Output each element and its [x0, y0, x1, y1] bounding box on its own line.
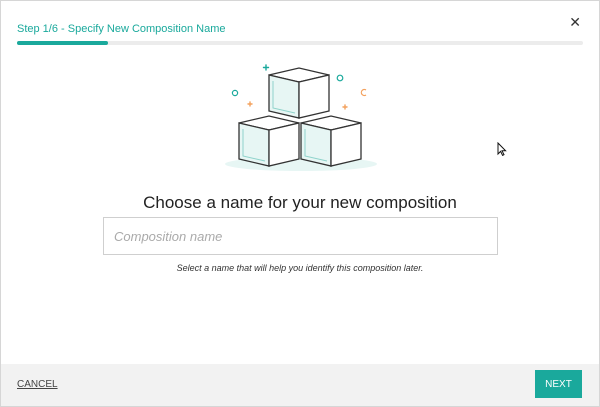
mouse-cursor-icon — [497, 142, 507, 156]
composition-name-input[interactable] — [103, 217, 498, 255]
progress-fill — [17, 41, 108, 45]
step-label: Step 1/6 - Specify New Composition Name — [17, 23, 226, 35]
progress-bar — [17, 41, 583, 45]
close-icon[interactable]: ✕ — [569, 14, 581, 30]
page-title: Choose a name for your new composition — [143, 193, 457, 212]
wizard-dialog: Step 1/6 - Specify New Composition Name … — [0, 0, 600, 407]
dialog-footer: CANCEL NEXT — [1, 364, 599, 406]
input-hint: Select a name that will help you identif… — [176, 263, 424, 273]
cubes-illustration — [225, 64, 377, 171]
cancel-button[interactable]: CANCEL — [17, 379, 58, 390]
next-button[interactable]: NEXT — [535, 370, 582, 398]
